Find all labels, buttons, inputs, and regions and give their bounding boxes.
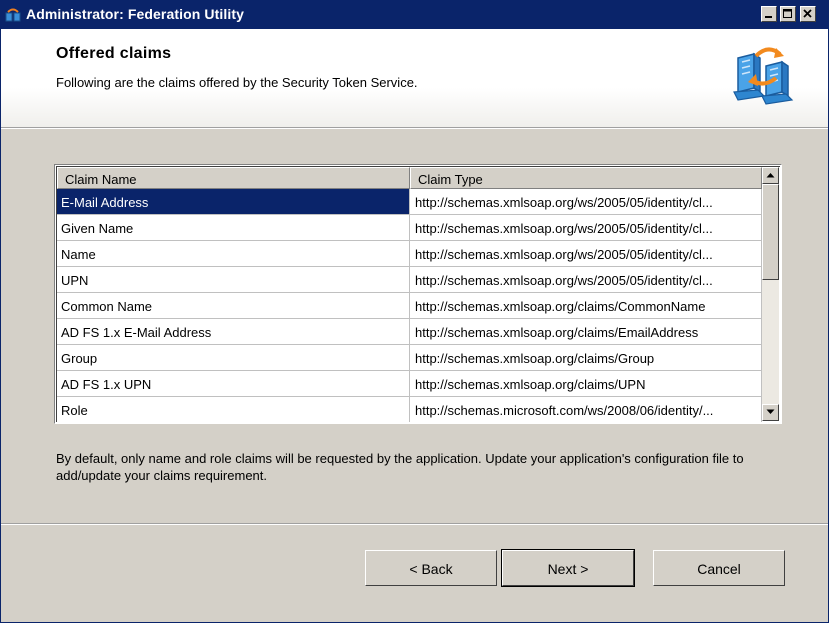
column-header-claim-type[interactable]: Claim Type xyxy=(410,167,762,189)
claim-type-cell: http://schemas.xmlsoap.org/ws/2005/05/id… xyxy=(410,241,762,267)
close-icon xyxy=(803,9,812,18)
claim-name-cell: AD FS 1.x E-Mail Address xyxy=(57,319,410,345)
scroll-down-button[interactable] xyxy=(762,404,779,421)
header-separator xyxy=(1,127,828,129)
claim-name-cell: Common Name xyxy=(57,293,410,319)
claims-description: By default, only name and role claims wi… xyxy=(56,451,744,483)
table-row[interactable]: AD FS 1.x UPN http://schemas.xmlsoap.org… xyxy=(57,371,762,397)
claim-type-cell: http://schemas.xmlsoap.org/ws/2005/05/id… xyxy=(410,215,762,241)
table-row[interactable]: E-Mail Address http://schemas.xmlsoap.or… xyxy=(57,189,762,215)
arrow-up-icon xyxy=(766,173,775,178)
table-row[interactable]: Given Name http://schemas.xmlsoap.org/ws… xyxy=(57,215,762,241)
maximize-icon xyxy=(783,9,792,18)
claim-name-cell: E-Mail Address xyxy=(57,189,410,215)
footer-separator xyxy=(1,523,828,525)
column-header-claim-name[interactable]: Claim Name xyxy=(57,167,410,189)
minimize-button[interactable] xyxy=(761,6,777,22)
minimize-icon xyxy=(765,16,772,18)
claim-name-cell: Group xyxy=(57,345,410,371)
app-icon[interactable] xyxy=(5,7,21,23)
scroll-thumb[interactable] xyxy=(762,184,779,280)
table-row[interactable]: Role http://schemas.microsoft.com/ws/200… xyxy=(57,397,762,422)
federation-utility-window: Administrator: Federation Utility Offere… xyxy=(0,0,829,623)
claim-type-cell: http://schemas.microsoft.com/ws/2008/06/… xyxy=(410,397,762,422)
claims-list-header: Claim Name Claim Type xyxy=(57,167,762,189)
claim-type-cell: http://schemas.xmlsoap.org/claims/Common… xyxy=(410,293,762,319)
claim-name-cell: AD FS 1.x UPN xyxy=(57,371,410,397)
scroll-up-button[interactable] xyxy=(762,167,779,184)
table-row[interactable]: Name http://schemas.xmlsoap.org/ws/2005/… xyxy=(57,241,762,267)
table-row[interactable]: Common Name http://schemas.xmlsoap.org/c… xyxy=(57,293,762,319)
claim-type-cell: http://schemas.xmlsoap.org/claims/Group xyxy=(410,345,762,371)
page-title: Offered claims xyxy=(56,45,172,62)
claim-type-cell: http://schemas.xmlsoap.org/ws/2005/05/id… xyxy=(410,267,762,293)
claim-name-cell: Name xyxy=(57,241,410,267)
back-button[interactable]: < Back xyxy=(365,550,497,586)
table-row[interactable]: Group http://schemas.xmlsoap.org/claims/… xyxy=(57,345,762,371)
page-subtitle: Following are the claims offered by the … xyxy=(56,75,418,90)
title-bar[interactable]: Administrator: Federation Utility xyxy=(1,1,828,29)
table-row[interactable]: AD FS 1.x E-Mail Address http://schemas.… xyxy=(57,319,762,345)
federation-servers-icon xyxy=(728,44,796,106)
claim-name-cell: Role xyxy=(57,397,410,422)
wizard-header: Offered claims Following are the claims … xyxy=(1,29,828,127)
claim-type-cell: http://schemas.xmlsoap.org/ws/2005/05/id… xyxy=(410,189,762,215)
window-title: Administrator: Federation Utility xyxy=(26,6,244,22)
maximize-button[interactable] xyxy=(780,6,796,22)
close-button[interactable] xyxy=(800,6,816,22)
claim-type-cell: http://schemas.xmlsoap.org/claims/EmailA… xyxy=(410,319,762,345)
claims-list[interactable]: Claim Name Claim Type E-Mail Address htt… xyxy=(54,164,782,424)
vertical-scrollbar[interactable] xyxy=(762,167,779,421)
claim-name-cell: Given Name xyxy=(57,215,410,241)
cancel-button[interactable]: Cancel xyxy=(653,550,785,586)
arrow-down-icon xyxy=(766,409,775,414)
claim-type-cell: http://schemas.xmlsoap.org/claims/UPN xyxy=(410,371,762,397)
claim-name-cell: UPN xyxy=(57,267,410,293)
table-row[interactable]: UPN http://schemas.xmlsoap.org/ws/2005/0… xyxy=(57,267,762,293)
next-button[interactable]: Next > xyxy=(501,549,635,587)
